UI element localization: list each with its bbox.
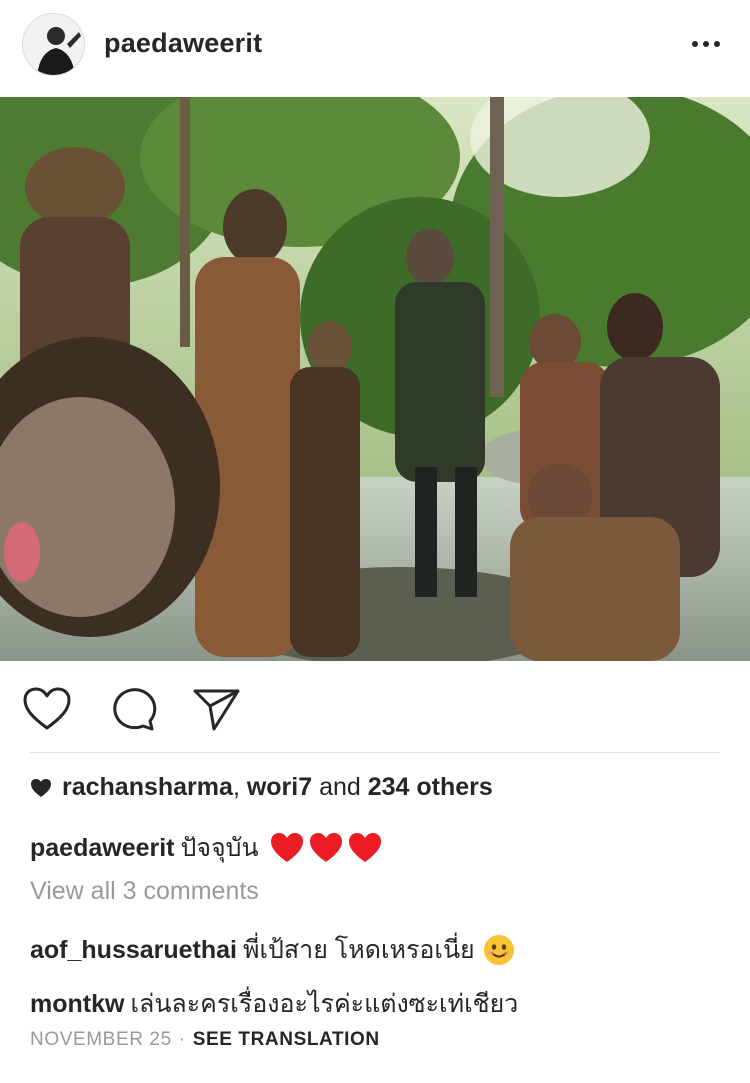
more-horizontal-icon — [692, 41, 720, 47]
red-heart-emoji — [309, 833, 342, 862]
see-translation-link[interactable]: SEE TRANSLATION — [193, 1029, 380, 1050]
liker-username[interactable]: rachansharma — [62, 773, 233, 802]
post-footer: NOVEMBER 25 · SEE TRANSLATION — [30, 1029, 380, 1051]
red-heart-emoji — [270, 833, 303, 862]
smiling-face-emoji — [483, 935, 514, 965]
caption-text: ปัจจุบัน — [180, 834, 259, 862]
comment-button[interactable] — [107, 686, 157, 732]
heart-filled-icon — [31, 778, 51, 797]
more-options-button[interactable] — [688, 30, 724, 58]
liker-username[interactable]: wori7 — [247, 773, 312, 802]
likes-and: and — [312, 773, 368, 801]
comment-item: aof_hussaruethai พี่เป้สาย โหดเหรอเนี่ย — [30, 930, 515, 970]
post-date: NOVEMBER 25 — [30, 1029, 172, 1050]
share-button[interactable] — [192, 686, 242, 732]
comment-username[interactable]: aof_hussaruethai — [30, 936, 237, 965]
caption-username[interactable]: paedaweerit — [30, 834, 175, 863]
likes-summary[interactable]: rachansharma, wori7 and 234 others — [30, 773, 493, 802]
red-heart-emoji-group — [265, 832, 382, 864]
footer-separator: · — [178, 1029, 186, 1050]
comment-text: เล่นละครเรื่องอะไรค่ะแต่งซะเท่เชียว — [130, 990, 519, 1018]
like-button[interactable] — [22, 686, 72, 732]
likes-others[interactable]: 234 others — [368, 773, 493, 802]
divider — [30, 752, 720, 753]
post-actions — [0, 676, 750, 740]
post-caption: paedaweerit ปัจจุบัน — [30, 828, 382, 868]
heart-outline-icon — [23, 687, 71, 730]
post-header: paedaweerit — [0, 0, 750, 96]
comment-item: montkw เล่นละครเรื่องอะไรค่ะแต่งซะเท่เชี… — [30, 984, 518, 1024]
comment-username[interactable]: montkw — [30, 990, 124, 1019]
post-author-username[interactable]: paedaweerit — [104, 28, 262, 59]
likes-separator: , — [232, 773, 247, 801]
avatar[interactable] — [22, 13, 85, 76]
post-photo[interactable] — [0, 97, 750, 661]
comment-text: พี่เป้สาย โหดเหรอเนี่ย — [243, 936, 475, 964]
comment-bubble-icon — [113, 688, 157, 731]
red-heart-emoji — [348, 833, 381, 862]
view-all-comments-link[interactable]: View all 3 comments — [30, 877, 259, 906]
send-paper-plane-icon — [193, 689, 240, 731]
